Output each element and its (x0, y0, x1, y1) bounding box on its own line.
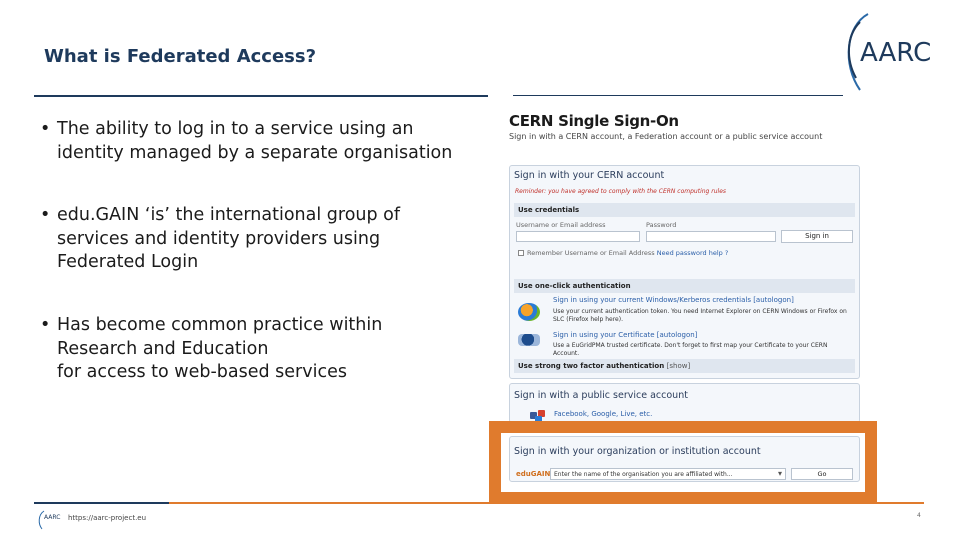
bullet-line: Has become common practice within (57, 315, 383, 335)
bullet-line: Federated Login (57, 252, 199, 272)
username-label: Username or Email address (516, 221, 606, 229)
bullet-line: identity managed by a separate organisat… (57, 142, 453, 163)
certificate-signin-link[interactable]: Sign in using your Certificate [autologo… (553, 331, 697, 339)
sso-title: CERN Single Sign-On (509, 112, 679, 130)
remember-checkbox[interactable] (518, 250, 524, 256)
password-help-link[interactable]: Need password help ? (657, 249, 729, 257)
certificate-signin-description: Use a EuGridPMA trusted certificate. Don… (553, 342, 828, 357)
windows-kerberos-icon (518, 303, 540, 321)
sso-subtitle: Sign in with a CERN account, a Federatio… (509, 132, 823, 141)
title-divider (34, 95, 488, 97)
remember-label: Remember Username or Email Address (527, 249, 655, 257)
footer-url[interactable]: https://aarc-project.eu (68, 514, 146, 522)
public-account-panel: Sign in with a public service account Fa… (509, 383, 860, 423)
password-input[interactable] (646, 231, 776, 242)
bullet-item: Has become common practice within Resear… (40, 314, 382, 385)
footer-aarc-logo: AARC (36, 510, 66, 530)
one-click-section-label: Use one-click authentication (514, 279, 855, 293)
sso-header: CERN Single Sign-On Sign in with a CERN … (509, 112, 864, 141)
footer-divider-accent (34, 502, 169, 504)
bullet-line: edu.GAIN ‘is’ the international group of (57, 205, 401, 225)
page-title: What is Federated Access? (44, 46, 317, 67)
bullet-item: edu.GAIN ‘is’ the international group of… (40, 204, 400, 275)
cern-account-heading: Sign in with your CERN account (514, 170, 665, 181)
bullet-item: The ability to log in to a service using… (40, 118, 452, 165)
computing-rules-reminder[interactable]: Reminder: you have agreed to comply with… (515, 188, 726, 195)
aarc-logo: AARC (838, 12, 938, 92)
remember-row: Remember Username or Email Address Need … (527, 249, 728, 257)
public-account-heading: Sign in with a public service account (514, 390, 688, 401)
bullet-line: for access to web-based services (57, 362, 347, 382)
credentials-section-label: Use credentials (514, 203, 855, 217)
two-factor-label: Use strong two factor authentication (518, 362, 665, 370)
cern-account-panel: Sign in with your CERN account Reminder:… (509, 165, 860, 379)
highlight-frame (489, 421, 877, 504)
public-providers-link[interactable]: Facebook, Google, Live, etc. (554, 410, 652, 418)
page-number: 4 (917, 512, 921, 519)
username-input[interactable] (516, 231, 640, 242)
logo-text: AARC (860, 38, 932, 68)
windows-signin-description: Use your current authentication token. Y… (553, 308, 847, 323)
bullet-line: Research and Education (57, 338, 269, 359)
password-label: Password (646, 221, 677, 229)
bullet-line: The ability to log in to a service using… (57, 119, 414, 139)
certificate-icon (518, 334, 540, 346)
two-factor-show-toggle[interactable]: [show] (667, 362, 691, 370)
bullet-line: services and identity providers using (57, 228, 381, 249)
two-factor-section: Use strong two factor authentication [sh… (514, 359, 855, 373)
windows-signin-link[interactable]: Sign in using your current Windows/Kerbe… (553, 296, 794, 304)
title-divider-right (513, 95, 843, 96)
sign-in-button[interactable]: Sign in (781, 230, 853, 243)
footer-logo-text: AARC (44, 514, 61, 521)
